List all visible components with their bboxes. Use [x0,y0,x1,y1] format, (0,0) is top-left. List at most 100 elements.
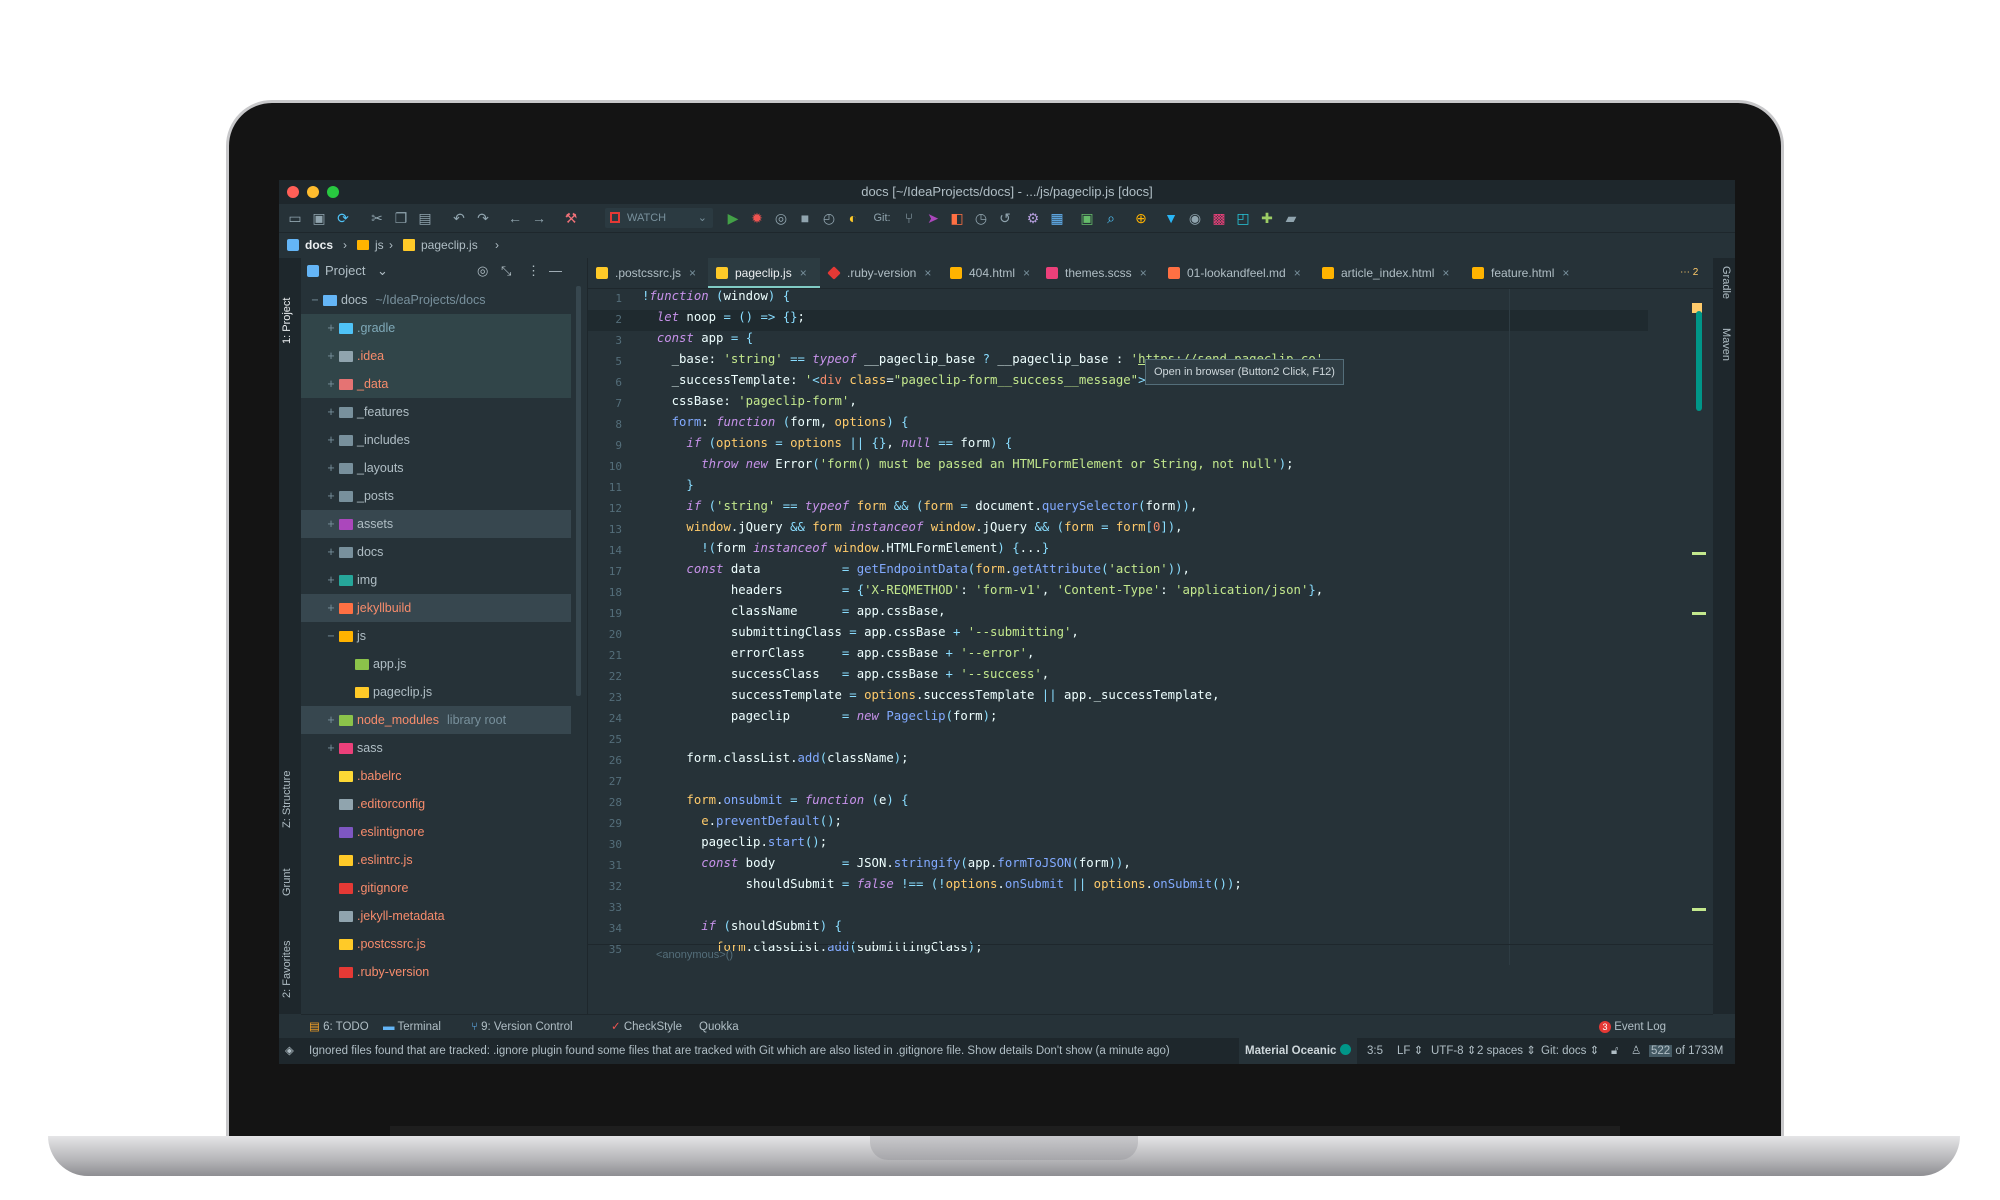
expand-icon[interactable]: + [325,538,337,566]
tab-themes-scss[interactable]: themes.scss × [1038,258,1160,288]
open-folder-icon[interactable]: ▭ [287,210,303,226]
build-hammer-icon[interactable]: ⚒ [563,210,579,226]
tree-item[interactable]: + sass [301,734,571,762]
tree-item[interactable]: app.js [301,650,571,678]
tabs-overflow-button[interactable]: ⋯ 2 [1680,258,1710,288]
close-icon[interactable]: × [800,266,807,280]
update-icon[interactable]: ◐ [845,210,861,226]
locate-target-icon[interactable]: ◎ [477,258,488,284]
tree-item[interactable]: .ruby-version [301,958,571,986]
tree-item[interactable]: + node_modules library root [301,706,571,734]
change-marker[interactable] [1692,552,1706,555]
expand-icon[interactable]: + [325,734,337,762]
collapse-icon[interactable]: − [325,622,337,650]
grunt-tool-tab[interactable]: Grunt [281,846,299,896]
tree-item[interactable]: + assets [301,510,571,538]
tree-item[interactable]: .postcssrc.js [301,930,571,958]
terminal-icon[interactable]: ▣ [1079,210,1095,226]
expand-icon[interactable]: + [325,706,337,734]
structure-tool-tab[interactable]: Z: Structure [281,738,299,828]
git-push-icon[interactable]: ➤ [925,210,941,226]
layers-icon[interactable]: ◈ [285,1038,294,1064]
git-compare-icon[interactable]: ◧ [949,210,965,226]
globe-icon[interactable]: ⊕ [1133,210,1149,226]
close-icon[interactable]: × [1294,266,1301,280]
close-icon[interactable]: × [924,266,931,280]
line-separator-select[interactable]: LF ⇕ [1397,1038,1423,1064]
caret-position[interactable]: 3:5 [1367,1038,1383,1064]
sync-icon[interactable]: ⟳ [335,210,351,226]
close-icon[interactable]: × [1023,266,1030,280]
indent-select[interactable]: 2 spaces ⇕ [1477,1038,1536,1064]
coverage-icon[interactable]: ◎ [773,210,789,226]
project-view-select[interactable]: Project [325,258,365,284]
zoom-window-button[interactable] [327,186,339,198]
breadcrumb-js[interactable]: js [375,233,384,257]
close-window-button[interactable] [287,186,299,198]
tree-item[interactable]: − docs ~/IdeaProjects/docs [301,286,571,314]
editor-scrollbar[interactable] [1696,311,1702,411]
expand-icon[interactable]: + [325,314,337,342]
tree-item[interactable]: + _features [301,398,571,426]
expand-icon[interactable]: + [325,426,337,454]
favorites-tool-tab[interactable]: 2: Favorites [281,908,299,998]
search-icon[interactable]: ⌕ [1103,210,1119,226]
close-icon[interactable]: × [1562,266,1569,280]
expand-icon[interactable]: + [325,482,337,510]
quokka-tool-button[interactable]: Quokka [699,1015,739,1039]
hide-panel-icon[interactable]: — [549,258,562,284]
tree-item[interactable]: + _includes [301,426,571,454]
event-log-button[interactable]: 3 Event Log [1599,1015,1666,1039]
todo-tool-button[interactable]: ▤ 6: TODO [309,1015,369,1039]
tree-item[interactable]: .jekyll-metadata [301,902,571,930]
tab-postcssrc[interactable]: .postcssrc.js × [588,258,708,288]
tree-item[interactable]: .eslintrc.js [301,846,571,874]
breadcrumb-pageclip[interactable]: pageclip.js [421,233,478,257]
redo-icon[interactable]: ↷ [475,210,491,226]
back-icon[interactable]: ← [507,210,523,226]
settings-gear-icon[interactable]: ⚙ [1025,210,1041,226]
gradle-tool-tab[interactable]: Gradle [1716,266,1732,314]
readonly-lock-icon[interactable]: 🔓︎ [1611,1038,1618,1064]
encoding-select[interactable]: UTF-8 ⇕ [1431,1038,1476,1064]
maven-tool-tab[interactable]: Maven [1716,328,1732,376]
tree-item[interactable]: + jekyllbuild [301,594,571,622]
theme-switcher[interactable]: Material Oceanic [1239,1038,1357,1064]
git-branch-icon[interactable]: ⑂ [901,210,917,226]
tab-article-index[interactable]: article_index.html × [1314,258,1464,288]
expand-icon[interactable]: + [325,454,337,482]
window-icon[interactable]: ◰ [1235,210,1251,226]
tree-item[interactable]: .gitignore [301,874,571,902]
expand-icon[interactable]: + [325,566,337,594]
layout-icon[interactable]: ▩ [1211,210,1227,226]
project-structure-icon[interactable]: ▦ [1049,210,1065,226]
tree-item[interactable]: + _layouts [301,454,571,482]
expand-icon[interactable]: + [325,370,337,398]
terminal-tool-button[interactable]: ▬ Terminal [383,1015,441,1039]
run-config-select[interactable]: WATCH ⌄ [605,208,713,228]
version-control-tool-button[interactable]: ⑂ 9: Version Control [471,1015,573,1039]
project-tool-tab[interactable]: 1: Project [281,264,299,344]
expand-icon[interactable]: + [325,342,337,370]
git-history-icon[interactable]: ◷ [973,210,989,226]
change-marker[interactable] [1692,908,1706,911]
options-menu-icon[interactable]: ⋮ [527,258,540,284]
run-icon[interactable]: ▶ [725,210,741,226]
code-editor[interactable]: 1 2 3 5 6 7 8 9 10 11 12 13 14 17 18 19 20 21 22 23 24 25 26 27… [588,289,1713,965]
forward-icon[interactable]: → [531,210,547,226]
tree-item[interactable]: − js [301,622,571,650]
chevron-down-icon[interactable]: ⌄ [377,258,388,284]
stop-icon[interactable]: ■ [797,210,813,226]
presentation-icon[interactable]: ▰ [1283,210,1299,226]
vue-icon[interactable]: ▼ [1163,210,1179,226]
tab-lookandfeel-md[interactable]: 01-lookandfeel.md × [1160,258,1314,288]
paste-icon[interactable]: ▤ [417,210,433,226]
save-icon[interactable]: ▣ [311,210,327,226]
project-scrollbar[interactable] [576,286,581,696]
scope-breadcrumb[interactable]: <anonymous>() [588,944,1713,965]
tree-item[interactable]: + .idea [301,342,571,370]
tree-item[interactable]: + _posts [301,482,571,510]
cut-icon[interactable]: ✂ [369,210,385,226]
minimize-window-button[interactable] [307,186,319,198]
expand-icon[interactable]: + [325,398,337,426]
